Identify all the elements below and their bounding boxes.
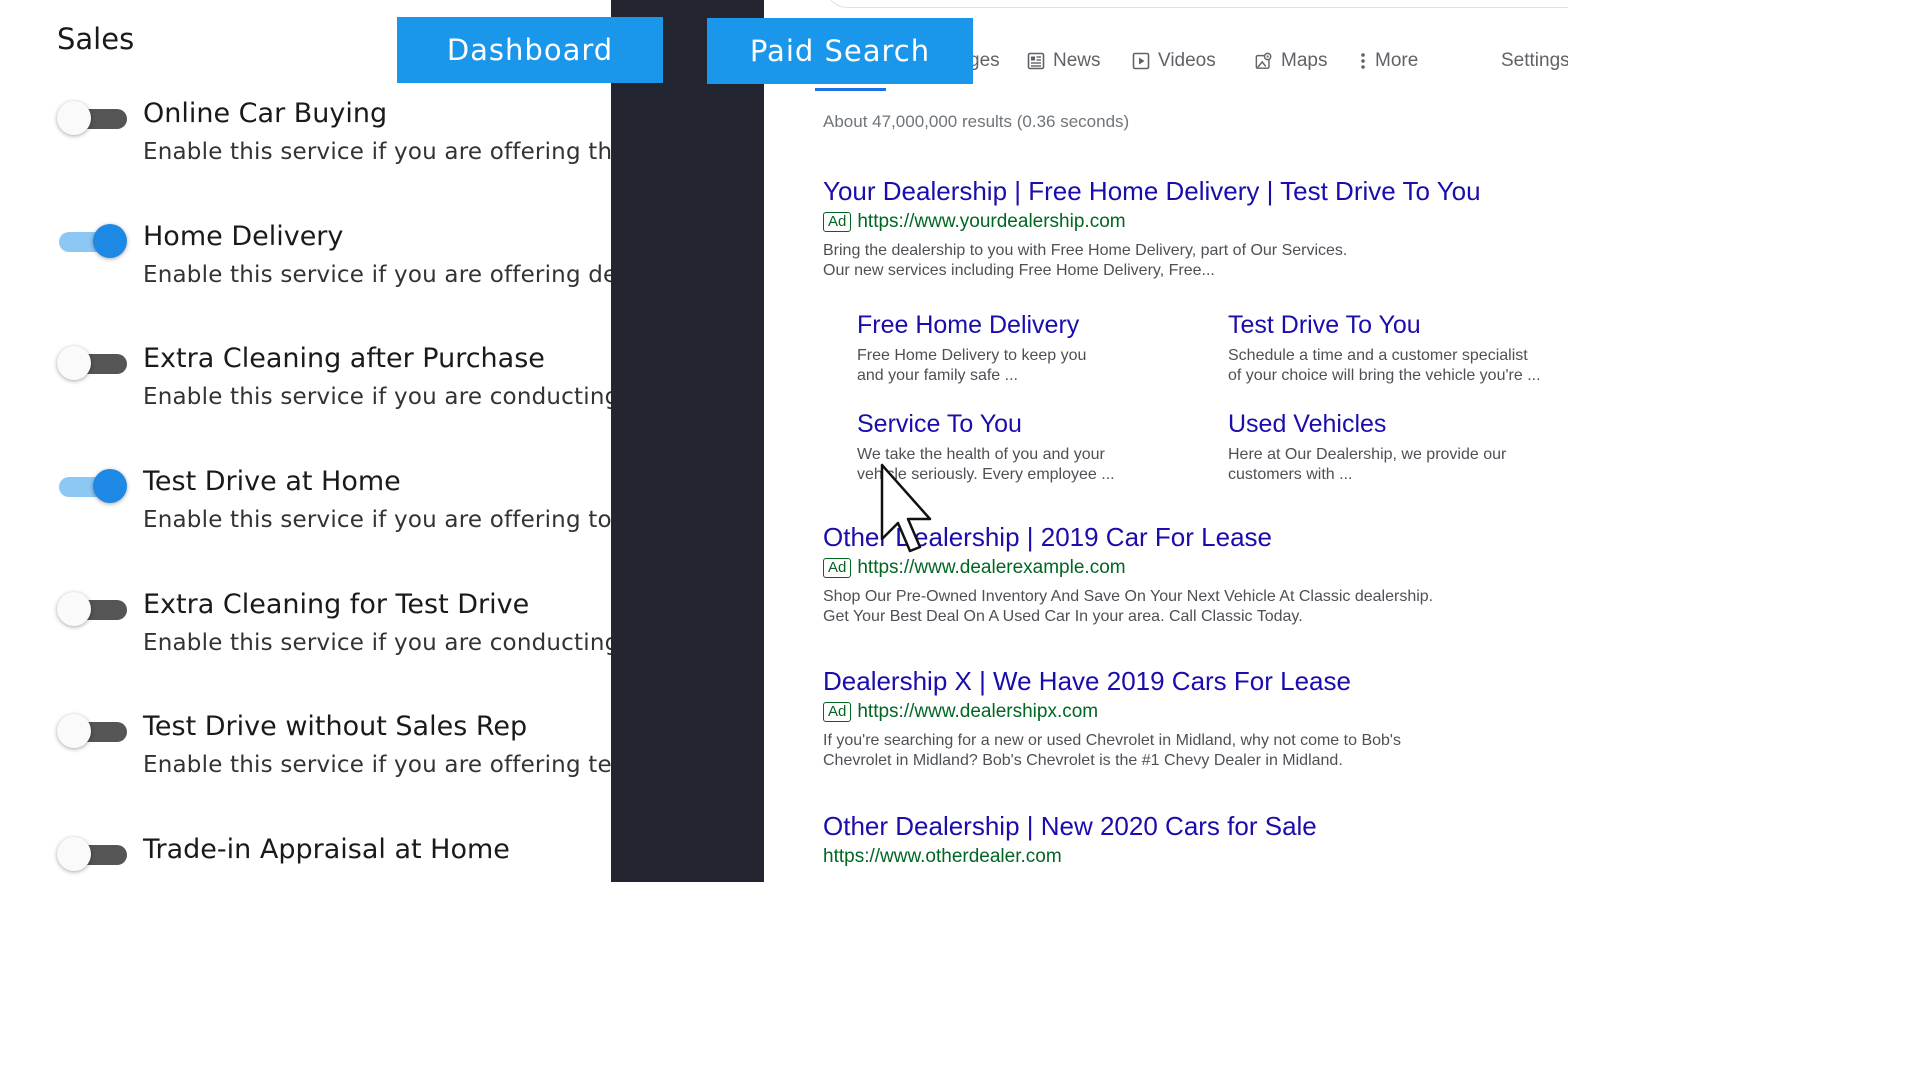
description-line: of your choice will bring the vehicle yo… <box>1228 367 1541 384</box>
toggle-test-drive-without-sales-rep[interactable] <box>57 714 127 748</box>
result-title-link[interactable]: Your Dealership | Free Home Delivery | T… <box>823 176 1553 207</box>
sitelink-description: Here at Our Dealership, we provide our c… <box>1228 445 1558 485</box>
toggle-trade-in-appraisal-at-home[interactable] <box>57 837 127 871</box>
tab-label: News <box>1053 50 1101 71</box>
toggle-test-drive-at-home[interactable] <box>57 469 127 503</box>
description-line: Bring the dealership to you with Free Ho… <box>823 242 1348 259</box>
active-tab-indicator <box>815 88 886 91</box>
search-result-ad: Your Dealership | Free Home Delivery | T… <box>823 176 1553 281</box>
service-trade-in-appraisal-at-home: Trade-in Appraisal at Home <box>0 834 611 882</box>
service-description: Enable this service if you are offering … <box>143 752 611 778</box>
sitelink-description: Free Home Delivery to keep you and your … <box>857 346 1187 386</box>
search-result-ad: Dealership X | We Have 2019 Cars For Lea… <box>823 666 1553 771</box>
description-line: Free Home Delivery to keep you <box>857 347 1087 364</box>
description-line: We take the health of you and your <box>857 446 1105 463</box>
service-description: Enable this service if you are conductin… <box>143 384 611 410</box>
description-line: Get Your Best Deal On A Used Car In your… <box>823 608 1303 625</box>
tab-label: ges <box>969 50 1000 71</box>
sitelink-title[interactable]: Service To You <box>857 410 1187 439</box>
maps-icon <box>1255 52 1273 70</box>
sitelink-title[interactable]: Test Drive To You <box>1228 311 1558 340</box>
search-box[interactable] <box>824 0 1568 8</box>
ad-badge: Ad <box>823 702 852 722</box>
tab-more[interactable]: More <box>1359 50 1418 72</box>
search-results-panel: ges News Videos Maps More Settings About… <box>764 0 1568 882</box>
tab-label: Maps <box>1281 50 1328 71</box>
tab-news[interactable]: News <box>1027 50 1101 72</box>
description-line: and your family safe ... <box>857 367 1018 384</box>
service-name: Extra Cleaning for Test Drive <box>143 589 530 620</box>
result-url[interactable]: https://www.dealershipx.com <box>857 701 1098 723</box>
description-line: Chevrolet in Midland? Bob's Chevrolet is… <box>823 752 1343 769</box>
tab-images[interactable]: ges <box>969 50 1000 72</box>
search-result-organic: Other Dealership | New 2020 Cars for Sal… <box>823 811 1553 868</box>
result-description: If you're searching for a new or used Ch… <box>823 731 1553 771</box>
result-title-link[interactable]: Dealership X | We Have 2019 Cars For Lea… <box>823 666 1553 697</box>
mouse-cursor-icon <box>880 463 932 553</box>
tab-videos[interactable]: Videos <box>1132 50 1216 72</box>
service-name: Test Drive at Home <box>143 466 401 497</box>
result-url[interactable]: https://www.dealerexample.com <box>857 557 1125 579</box>
dashboard-panel: Sales Online Car Buying Enable this serv… <box>0 0 611 882</box>
service-name: Extra Cleaning after Purchase <box>143 343 545 374</box>
result-url[interactable]: https://www.yourdealership.com <box>857 211 1125 233</box>
toggle-extra-cleaning-after-purchase[interactable] <box>57 346 127 380</box>
tab-label: Settings <box>1501 50 1568 71</box>
service-name: Trade-in Appraisal at Home <box>143 834 510 865</box>
service-extra-cleaning-after-purchase: Extra Cleaning after Purchase Enable thi… <box>0 343 611 456</box>
service-home-delivery: Home Delivery Enable this service if you… <box>0 221 611 334</box>
ad-badge: Ad <box>823 558 852 578</box>
ad-badge: Ad <box>823 212 852 232</box>
service-online-car-buying: Online Car Buying Enable this service if… <box>0 98 611 211</box>
service-description: Enable this service if you are offering … <box>143 139 611 165</box>
section-title-sales: Sales <box>57 22 135 56</box>
tab-settings[interactable]: Settings <box>1501 50 1568 72</box>
sitelink-title[interactable]: Free Home Delivery <box>857 311 1187 340</box>
paid-search-label: Paid Search <box>707 18 973 84</box>
service-description: Enable this service if you are offering … <box>143 507 611 533</box>
result-url-row: Ad https://www.dealerexample.com <box>823 557 1553 579</box>
sitelink-title[interactable]: Used Vehicles <box>1228 410 1558 439</box>
description-line: If you're searching for a new or used Ch… <box>823 732 1401 749</box>
description-line: Shop Our Pre-Owned Inventory And Save On… <box>823 588 1434 605</box>
more-vertical-icon <box>1359 52 1367 70</box>
description-line: customers with ... <box>1228 466 1353 483</box>
service-test-drive-at-home: Test Drive at Home Enable this service i… <box>0 466 611 579</box>
sitelink-used-vehicles: Used Vehicles Here at Our Dealership, we… <box>1228 410 1558 485</box>
video-icon <box>1132 52 1150 70</box>
service-description: Enable this service if you are offering … <box>143 262 611 288</box>
tab-label: Videos <box>1158 50 1216 71</box>
sitelink-test-drive-to-you: Test Drive To You Schedule a time and a … <box>1228 311 1558 386</box>
service-extra-cleaning-for-test-drive: Extra Cleaning for Test Drive Enable thi… <box>0 589 611 702</box>
description-line: Here at Our Dealership, we provide our <box>1228 446 1507 463</box>
service-name: Home Delivery <box>143 221 344 252</box>
result-url-row: Ad https://www.dealershipx.com <box>823 701 1553 723</box>
service-name: Online Car Buying <box>143 98 388 129</box>
panel-divider <box>611 0 764 882</box>
sitelink-description: Schedule a time and a customer specialis… <box>1228 346 1558 386</box>
tab-maps[interactable]: Maps <box>1255 50 1327 72</box>
result-title-link[interactable]: Other Dealership | New 2020 Cars for Sal… <box>823 811 1553 842</box>
result-stats: About 47,000,000 results (0.36 seconds) <box>823 112 1130 131</box>
result-description: Bring the dealership to you with Free Ho… <box>823 241 1553 281</box>
result-description: Shop Our Pre-Owned Inventory And Save On… <box>823 587 1553 627</box>
service-description: Enable this service if you are conductin… <box>143 630 611 656</box>
service-test-drive-without-sales-rep: Test Drive without Sales Rep Enable this… <box>0 711 611 824</box>
dashboard-label: Dashboard <box>397 17 663 83</box>
toggle-online-car-buying[interactable] <box>57 101 127 135</box>
result-url[interactable]: https://www.otherdealer.com <box>823 846 1062 868</box>
description-line: Our new services including Free Home Del… <box>823 262 1215 279</box>
toggle-home-delivery[interactable] <box>57 224 127 258</box>
description-line: Schedule a time and a customer specialis… <box>1228 347 1528 364</box>
result-url-row: Ad https://www.yourdealership.com <box>823 211 1553 233</box>
result-url-row: https://www.otherdealer.com <box>823 846 1553 868</box>
toggle-extra-cleaning-for-test-drive[interactable] <box>57 592 127 626</box>
service-name: Test Drive without Sales Rep <box>143 711 528 742</box>
tab-label: More <box>1375 50 1419 71</box>
news-icon <box>1027 52 1045 70</box>
sitelink-free-home-delivery: Free Home Delivery Free Home Delivery to… <box>857 311 1187 386</box>
